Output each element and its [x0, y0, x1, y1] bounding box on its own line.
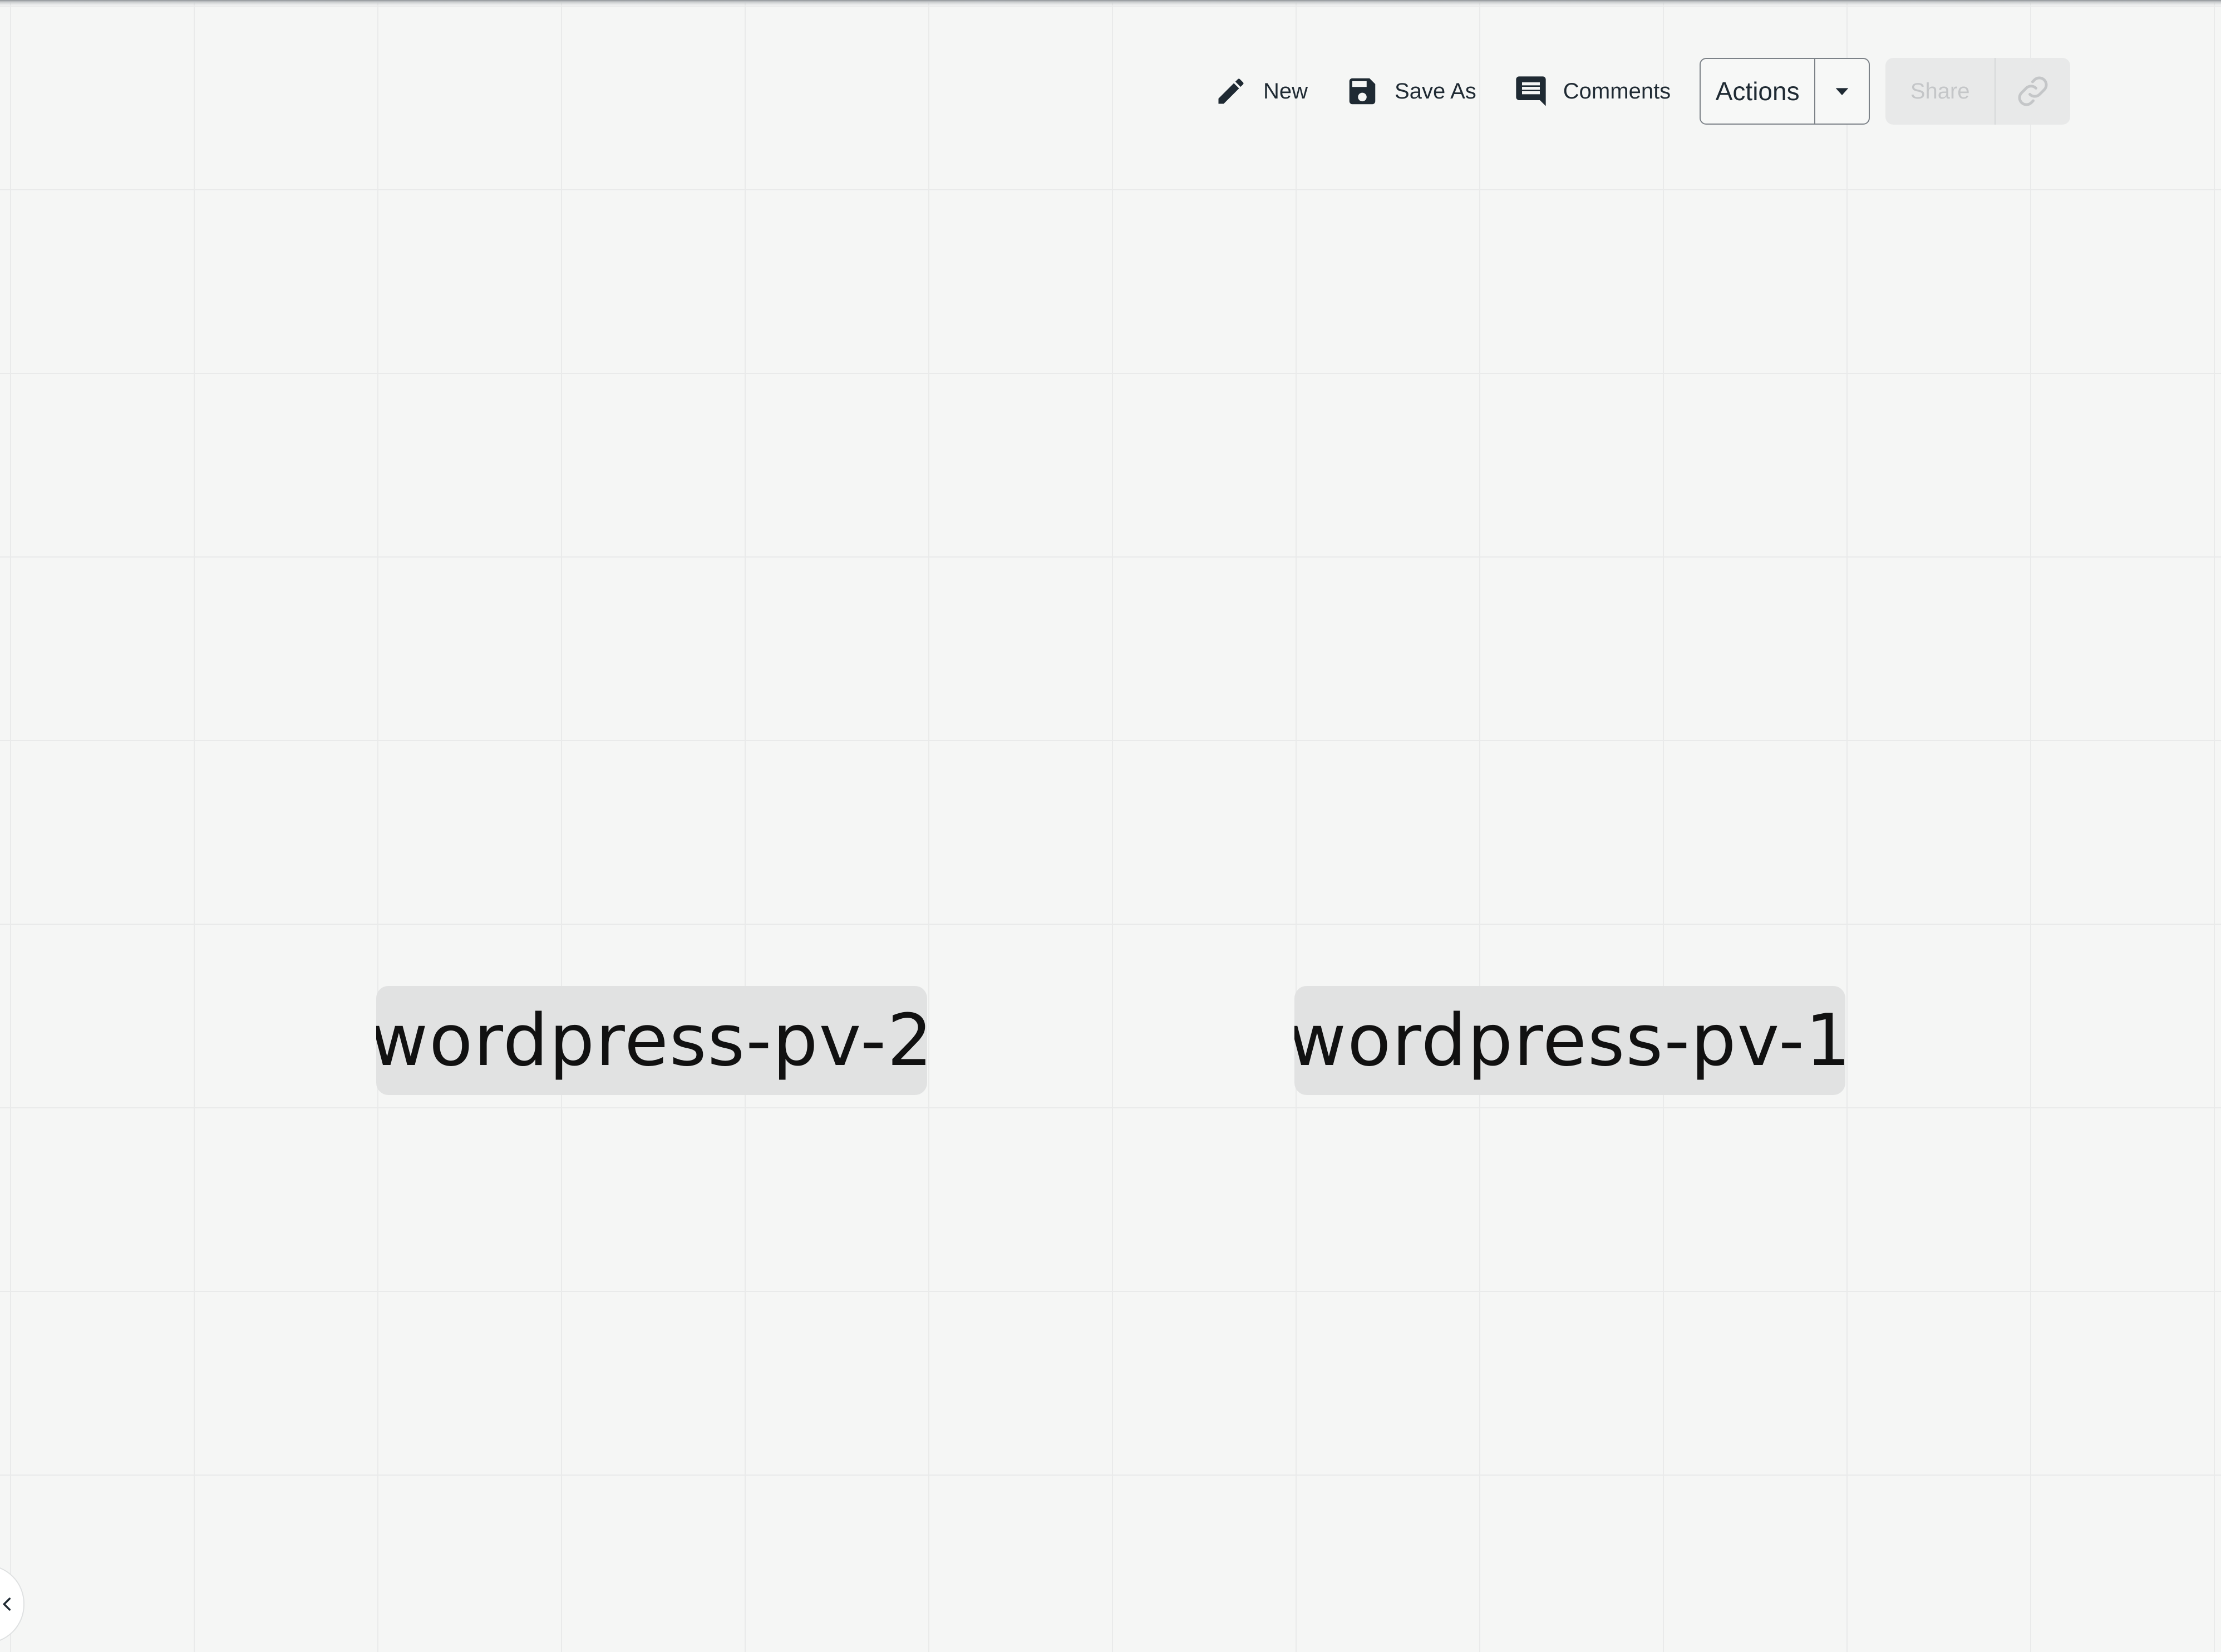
link-icon	[2018, 76, 2048, 106]
chevron-left-icon	[3, 1597, 11, 1611]
save-as-button-label: Save As	[1395, 78, 1476, 103]
actions-dropdown-toggle[interactable]	[1814, 59, 1869, 124]
actions-button[interactable]: Actions	[1701, 59, 1814, 124]
sidebar-collapse-tab[interactable]	[0, 1565, 24, 1644]
new-button[interactable]: New	[1213, 58, 1308, 125]
save-as-button[interactable]: Save As	[1345, 58, 1476, 125]
diagram-node-wordpress-pv-1[interactable]: wordpress-pv-1	[1294, 986, 1845, 1095]
caret-down-icon	[1835, 88, 1849, 96]
pencil-icon	[1213, 73, 1249, 109]
comments-button[interactable]: Comments	[1513, 58, 1671, 125]
share-split-button: Share	[1885, 58, 2071, 125]
floppy-disk-icon	[1345, 73, 1380, 109]
comments-button-label: Comments	[1563, 78, 1671, 103]
copy-link-button[interactable]	[1995, 58, 2070, 125]
diagram-node-wordpress-pv-2[interactable]: wordpress-pv-2	[376, 986, 927, 1095]
toolbar: New Save As Comments Actions Share	[1213, 58, 2071, 125]
diagram-canvas[interactable]: New Save As Comments Actions Share wordp…	[0, 0, 2221, 1652]
share-button[interactable]: Share	[1885, 58, 1995, 125]
actions-split-button: Actions	[1700, 58, 1870, 125]
window-top-edge	[0, 0, 2221, 6]
comment-icon	[1513, 73, 1549, 109]
new-button-label: New	[1263, 78, 1308, 103]
